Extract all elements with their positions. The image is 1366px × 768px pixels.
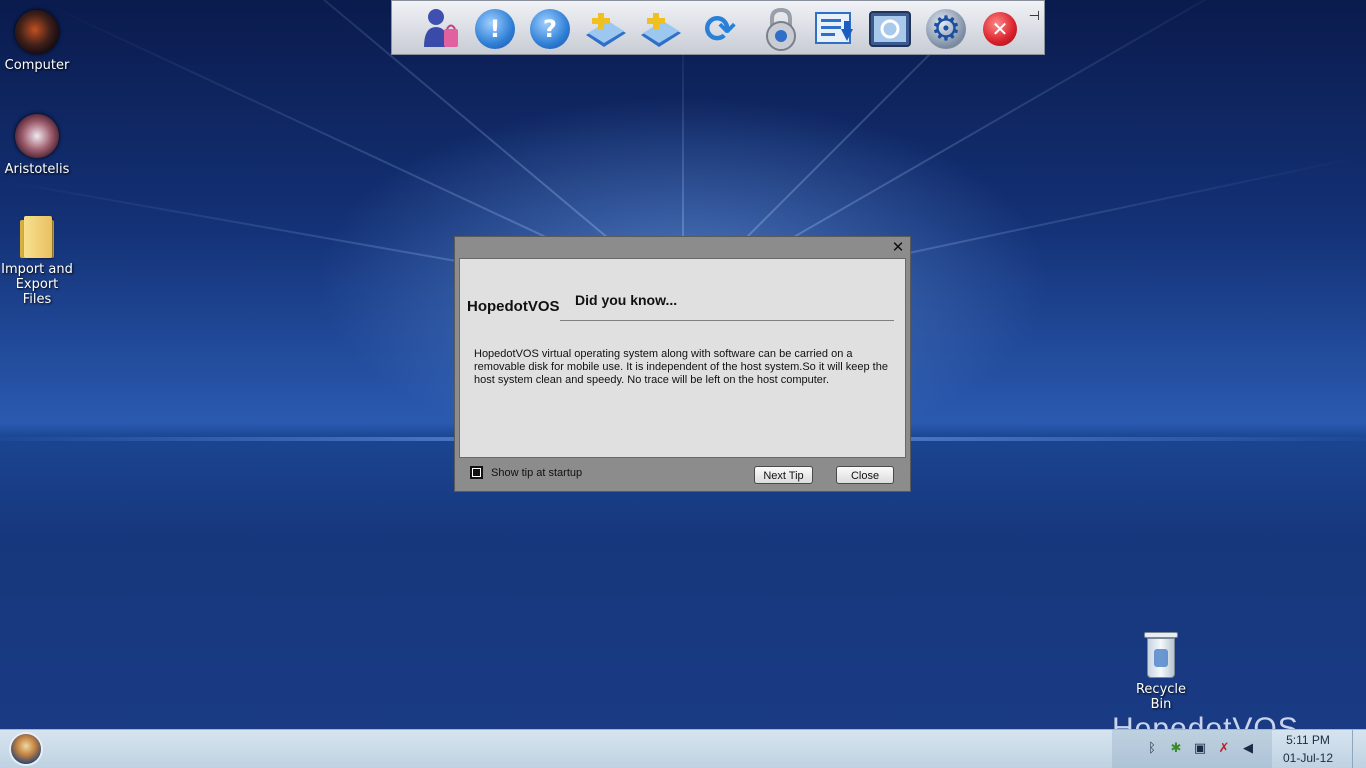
sync-button[interactable]: ⟳	[697, 6, 743, 52]
sync-icon: ⟳	[704, 7, 736, 51]
export-icon	[641, 13, 681, 47]
desktop-icon-label: Computer	[4, 58, 70, 73]
clipboard-icon[interactable]: ▣	[1192, 741, 1208, 757]
tip-text: HopedotVOS virtual operating system alon…	[474, 348, 888, 386]
control-panel-button[interactable]	[867, 6, 913, 52]
exit-button[interactable]: ✕	[977, 6, 1023, 52]
tip-heading: Did you know...	[575, 292, 678, 308]
start-button[interactable]	[9, 732, 43, 766]
desktop-icon-recycle-bin[interactable]: Recycle Bin	[1124, 632, 1198, 712]
desktop-icon-aristotelis[interactable]: Aristotelis	[0, 114, 74, 177]
settings-icon: ⚙	[926, 9, 966, 49]
bluetooth-icon[interactable]: ᛒ	[1144, 741, 1160, 757]
clock[interactable]: 5:11 PM 01-Jul-12	[1272, 730, 1344, 768]
desktop-icon-label: Import and	[1, 262, 73, 277]
system-tray: ᛒ ✱ ▣ ✗ ◀	[1112, 730, 1272, 768]
dialog-close-icon[interactable]: ✕	[890, 239, 906, 255]
control-panel-icon	[869, 11, 911, 47]
recycle-bin-icon	[1144, 632, 1178, 678]
quick-launch-toolbar: ! ? ⟳ ⚙ ✕ ⊣	[391, 0, 1045, 55]
computer-orb-icon	[15, 10, 59, 54]
clock-date: 01-Jul-12	[1282, 751, 1334, 765]
heading-divider	[560, 320, 894, 321]
dialog-footer: Show tip at startup Next Tip Close	[459, 460, 906, 488]
desktop-icon-import-export[interactable]: Import and Export Files	[0, 216, 74, 307]
help-icon: ?	[530, 9, 570, 49]
desktop: Computer Aristotelis Import and Export F…	[0, 0, 1366, 768]
taskbar: ᛒ ✱ ▣ ✗ ◀ 5:11 PM 01-Jul-12	[0, 729, 1366, 768]
next-tip-button[interactable]: Next Tip	[754, 466, 813, 484]
desktop-icon-label-line2: Export Files	[15, 277, 59, 307]
app-name: HopedotVOS	[467, 298, 560, 315]
volume-icon[interactable]: ◀	[1240, 741, 1256, 757]
user-orb-icon	[15, 114, 59, 158]
settings-button[interactable]: ⚙	[923, 6, 969, 52]
pin-icon[interactable]: ⊣	[1029, 9, 1040, 24]
clock-time: 5:11 PM	[1286, 733, 1330, 747]
show-tip-checkbox[interactable]	[470, 466, 483, 479]
network-device-icon[interactable]: ✱	[1168, 741, 1184, 757]
close-icon: ✕	[983, 12, 1017, 46]
download-list-icon	[815, 12, 853, 44]
desktop-icon-computer[interactable]: Computer	[0, 10, 74, 73]
close-button[interactable]: Close	[836, 466, 894, 484]
import-icon	[586, 13, 626, 47]
dialog-body: HopedotVOS Did you know... HopedotVOS vi…	[459, 258, 906, 458]
tip-dialog: ✕ HopedotVOS Did you know... HopedotVOS …	[454, 236, 911, 492]
download-list-button[interactable]	[812, 6, 858, 52]
users-icon	[424, 9, 458, 47]
desktop-icon-label: Aristotelis	[4, 162, 70, 177]
dialog-titlebar[interactable]: ✕	[455, 237, 910, 257]
help-button[interactable]: ?	[527, 6, 573, 52]
export-button[interactable]	[638, 6, 684, 52]
network-disconnected-icon[interactable]: ✗	[1216, 741, 1232, 757]
desktop-icon-label: Recycle Bin	[1135, 682, 1187, 712]
show-tip-label[interactable]: Show tip at startup	[491, 467, 582, 479]
import-button[interactable]	[583, 6, 629, 52]
alert-icon: !	[475, 9, 515, 49]
lock-icon	[766, 7, 796, 51]
show-desktop-button[interactable]	[1352, 730, 1366, 768]
folder-icon	[20, 216, 54, 258]
users-button[interactable]	[418, 6, 464, 52]
lock-button[interactable]	[758, 6, 804, 52]
alert-button[interactable]: !	[472, 6, 518, 52]
